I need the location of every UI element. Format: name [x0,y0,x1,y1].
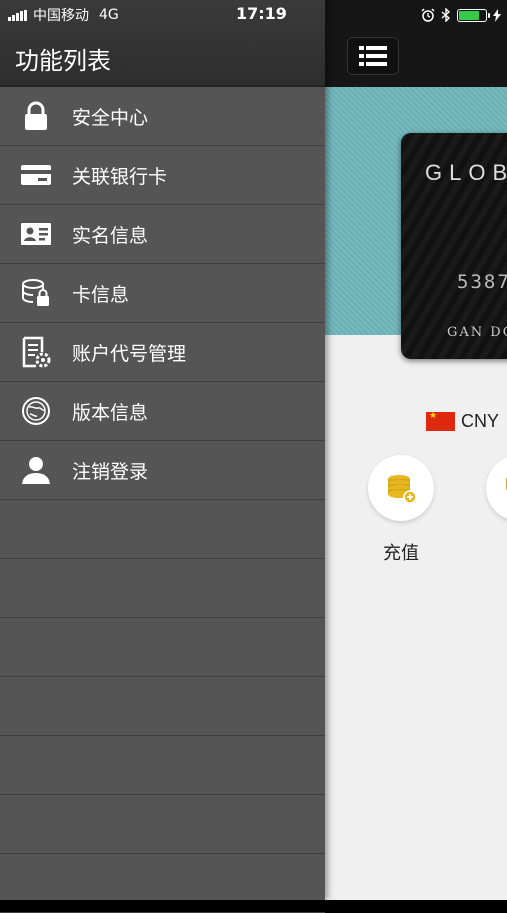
status-time: 17:19 [236,4,287,23]
credit-card-icon [20,160,52,190]
china-flag-icon [426,411,455,431]
lock-icon [20,101,52,131]
menu-item-version-info[interactable]: 版本信息 [0,382,325,441]
topup-button[interactable]: 充值 [365,455,437,565]
menu-item-label: 版本信息 [72,401,149,424]
coins-add-icon [368,455,434,521]
menu-empty-row [0,736,325,795]
menu-empty-row [0,559,325,618]
network-type: 4G [99,7,119,23]
status-bar-left: 中国移动 4G [8,5,119,25]
topup-label: 充值 [383,543,419,564]
menu-empty-row [0,854,325,913]
card-brand: GLOB [425,160,507,185]
menu-empty-row [0,500,325,559]
menu-item-logout[interactable]: 注销登录 [0,441,325,500]
side-drawer: 中国移动 4G 17:19 功能列表 安全中心 关联银行卡 实名信息 卡信息 账… [0,0,325,913]
transfer-button[interactable]: 转 [483,455,507,565]
drawer-title: 功能列表 [15,47,111,75]
alarm-icon [421,8,435,22]
bank-card[interactable]: GLOB 5387 GAN DO [401,133,507,359]
battery-level [459,10,480,20]
menu-empty-row [0,795,325,854]
drawer-menu: 安全中心 关联银行卡 实名信息 卡信息 账户代号管理 版本信息 注销登录 [0,87,325,913]
main-panel: GLOB 5387 GAN DO CNY 充值 转 [325,0,507,900]
coins-icon [486,455,507,521]
document-settings-icon [20,336,52,368]
signal-icon [8,9,27,21]
menu-item-label: 实名信息 [72,224,149,247]
menu-item-label: 卡信息 [72,283,130,306]
status-bar-right [421,5,501,25]
menu-item-account-alias[interactable]: 账户代号管理 [0,323,325,382]
menu-item-card-info[interactable]: 卡信息 [0,264,325,323]
menu-item-label: 注销登录 [72,460,149,483]
charging-icon [493,8,501,22]
currency-code: CNY [461,411,500,431]
menu-item-label: 账户代号管理 [72,342,187,365]
bluetooth-icon [441,8,451,22]
menu-item-linked-bank-card[interactable]: 关联银行卡 [0,146,325,205]
menu-item-security-center[interactable]: 安全中心 [0,87,325,146]
card-holder: GAN DO [447,325,507,340]
menu-item-label: 安全中心 [72,106,149,129]
menu-item-label: 关联银行卡 [72,165,168,188]
main-header [325,0,507,87]
transfer-label: 转 [483,539,507,565]
menu-empty-row [0,677,325,736]
card-stack-icon [20,278,52,308]
menu-button[interactable] [347,37,399,75]
drawer-header: 中国移动 4G 17:19 功能列表 [0,0,325,87]
carrier-name: 中国移动 [33,8,89,24]
menu-empty-row [0,618,325,677]
id-card-icon [20,219,52,249]
card-number: 5387 [457,271,507,293]
menu-item-real-name-info[interactable]: 实名信息 [0,205,325,264]
globe-icon [20,396,52,426]
user-icon [20,455,52,485]
list-menu-icon [359,46,387,66]
currency-selector[interactable]: CNY [426,411,499,432]
battery-icon [457,8,490,22]
